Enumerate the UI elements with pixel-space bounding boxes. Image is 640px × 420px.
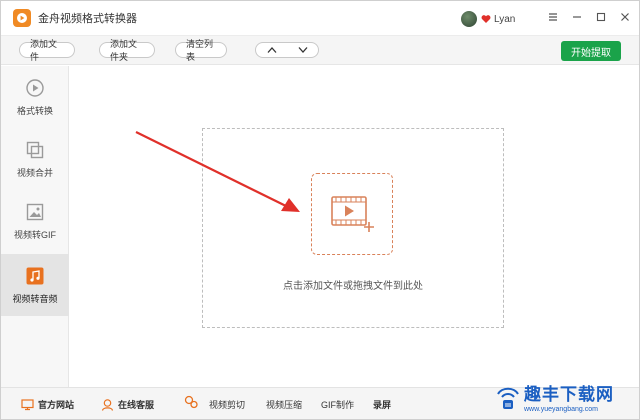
sidebar-item-label: 格式转换 (16, 105, 53, 116)
menu-icon[interactable] (547, 11, 559, 23)
sidebar-item-label: 视频转GIF (14, 229, 56, 240)
main-area: 点击添加文件或拖拽文件到此处 (70, 66, 639, 387)
gif-make-link[interactable]: GIF制作 (321, 397, 354, 411)
window-controls (547, 11, 631, 23)
add-file-button[interactable]: 添加文件 (19, 39, 75, 62)
video-cut-label: 视频剪切 (209, 399, 246, 410)
username: Lyan (494, 13, 516, 25)
sidebar-item-label: 视频转音频 (12, 293, 58, 304)
format-convert-icon (26, 78, 44, 97)
app-title: 金舟视频格式转换器 (38, 13, 137, 25)
sidebar: 格式转换 视频合并 视频转GIF 视频转音频 (1, 66, 69, 387)
app-window: 金舟视频格式转换器 Lyan 添加文件 添加文件夹 清空列表 开始提取 格式转换… (0, 0, 640, 420)
avatar[interactable] (461, 11, 477, 27)
watermark-text: 趣丰下载网 (524, 385, 614, 405)
screen-record-label: 录屏 (373, 399, 392, 410)
drop-zone[interactable]: 点击添加文件或拖拽文件到此处 (202, 128, 504, 328)
minimize-icon[interactable] (571, 11, 583, 23)
start-extract-button[interactable]: 开始提取 (561, 41, 621, 61)
website-icon (21, 398, 34, 410)
sidebar-item-format-convert[interactable]: 格式转换 (1, 66, 69, 128)
chevron-up-icon (267, 47, 276, 53)
add-video-icon (331, 196, 374, 232)
video-merge-icon (26, 141, 44, 158)
sidebar-item-video-gif[interactable]: 视频转GIF (1, 190, 69, 252)
sidebar-item-label: 视频合并 (16, 167, 53, 178)
gif-make-label: GIF制作 (321, 399, 354, 410)
video-gif-icon (26, 203, 44, 220)
music-note-icon (26, 267, 44, 284)
tools-icon (184, 395, 198, 409)
online-support-label: 在线客服 (118, 399, 155, 410)
watermark: 趣丰下载网 www.yueyangbang.com (494, 380, 640, 420)
title-bar: 金舟视频格式转换器 Lyan (1, 1, 639, 35)
close-icon[interactable] (619, 11, 631, 23)
screen-record-link[interactable]: 录屏 (373, 397, 391, 411)
video-cut-link[interactable]: 视频剪切 (209, 397, 245, 411)
move-up-button[interactable] (256, 43, 287, 57)
online-support-link[interactable]: 在线客服 (101, 397, 154, 411)
maximize-icon[interactable] (595, 11, 607, 23)
watermark-url: www.yueyangbang.com (524, 406, 598, 413)
watermark-logo-icon (497, 387, 519, 409)
user-area[interactable]: Lyan (461, 11, 515, 27)
sidebar-item-video-merge[interactable]: 视频合并 (1, 128, 69, 190)
video-compress-link[interactable]: 视频压缩 (266, 397, 302, 411)
sidebar-item-video-audio[interactable]: 视频转音频 (1, 254, 69, 316)
chevron-down-icon (298, 47, 307, 53)
move-arrows (255, 42, 319, 58)
drop-hint: 点击添加文件或拖拽文件到此处 (283, 281, 423, 292)
vip-heart-icon (481, 15, 491, 23)
toolbar: 添加文件 添加文件夹 清空列表 开始提取 (1, 35, 639, 65)
official-website-label: 官方网站 (38, 399, 75, 410)
support-icon (101, 398, 114, 411)
video-compress-label: 视频压缩 (266, 399, 303, 410)
official-website-link[interactable]: 官方网站 (21, 397, 74, 411)
app-logo-icon (13, 9, 31, 27)
add-folder-button[interactable]: 添加文件夹 (99, 39, 155, 62)
add-video-button[interactable] (311, 173, 393, 255)
move-down-button[interactable] (287, 43, 318, 57)
clear-list-button[interactable]: 清空列表 (175, 39, 227, 62)
